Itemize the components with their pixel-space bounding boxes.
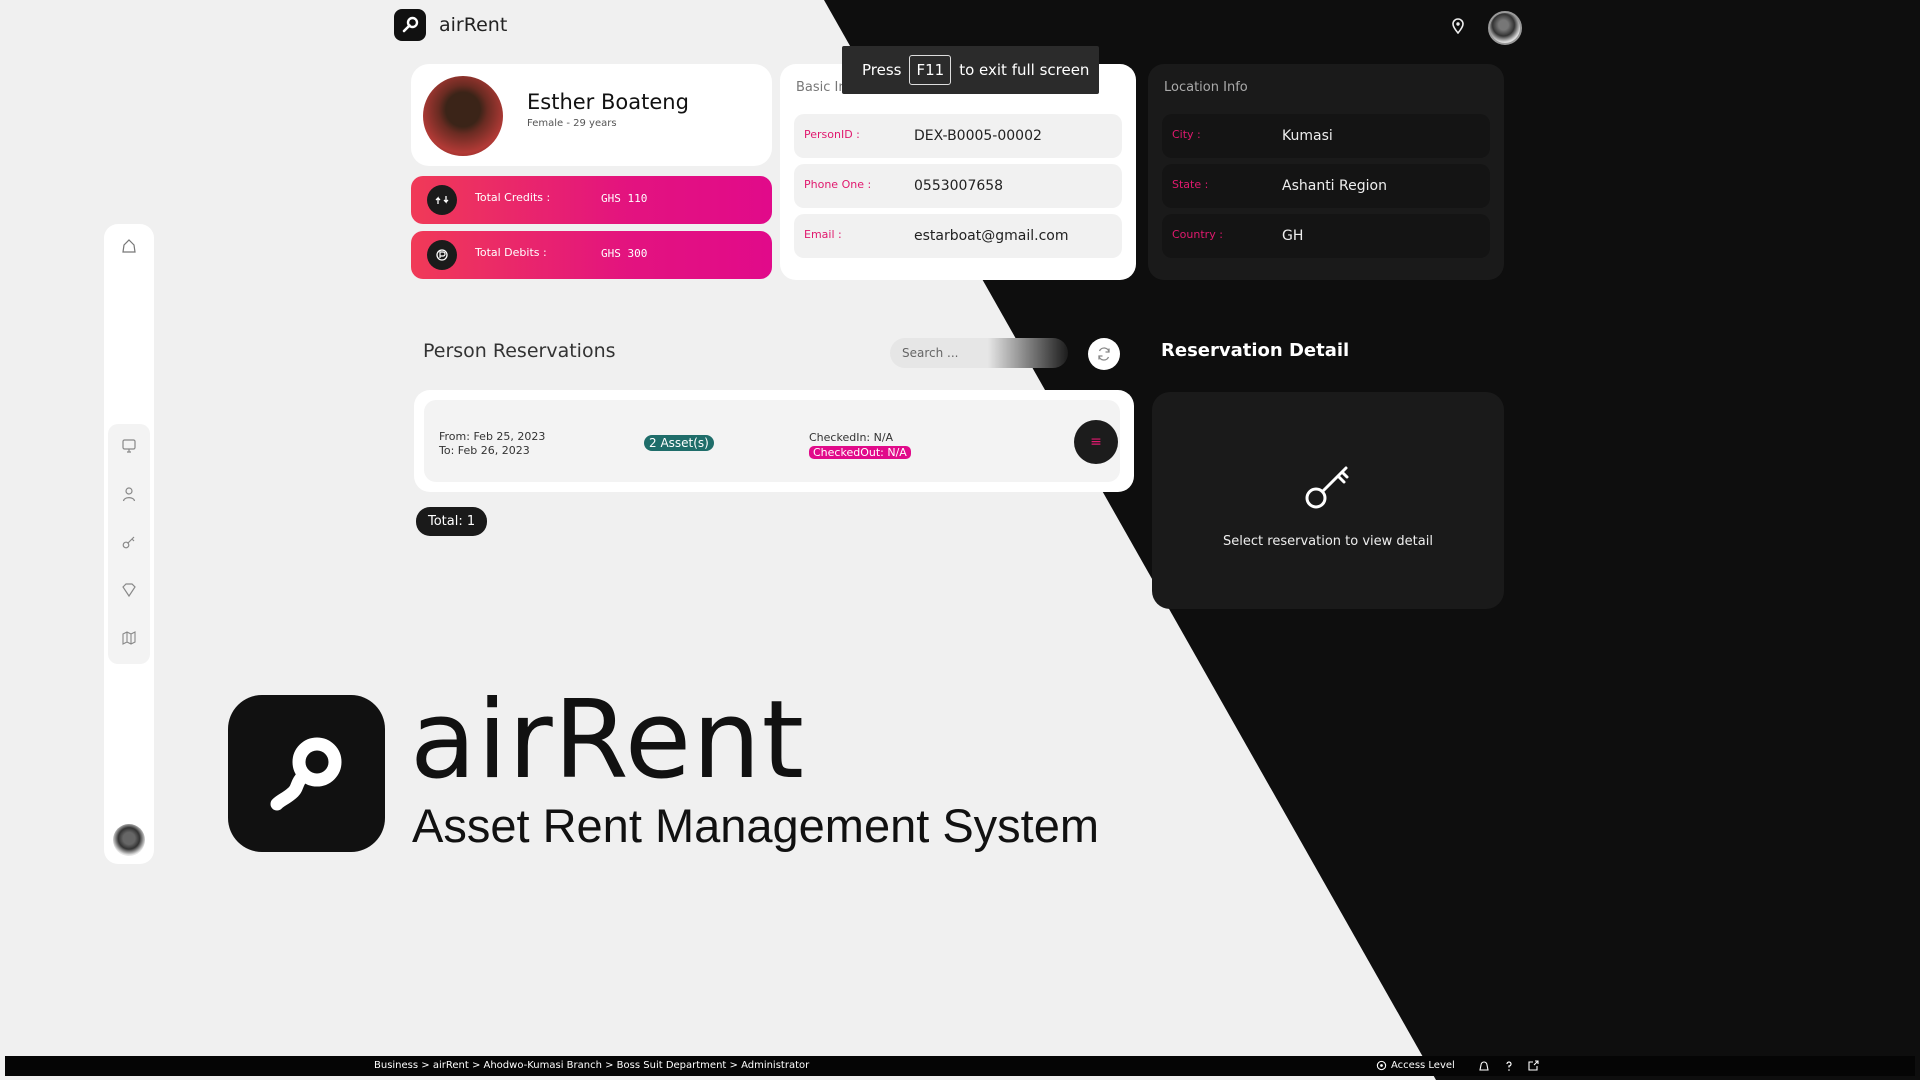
- brand-tagline: Asset Rent Management System: [412, 799, 1100, 852]
- sidebar-avatar[interactable]: [113, 824, 145, 856]
- screen-icon[interactable]: [121, 438, 137, 454]
- reservation-item[interactable]: From: Feb 25, 2023 To: Feb 26, 2023 2 As…: [424, 400, 1120, 482]
- reservation-detail-title: Reservation Detail: [1161, 340, 1350, 361]
- app-logo[interactable]: [394, 9, 426, 41]
- refresh-icon: [1098, 347, 1110, 361]
- debits-value: GHS 300: [601, 247, 648, 260]
- app-name: airRent: [439, 14, 508, 36]
- debits-label: Total Debits :: [475, 246, 547, 259]
- info-value: 0553007658: [914, 178, 1004, 194]
- fullscreen-hint: Press F11 to exit full screen: [842, 46, 1099, 94]
- location-pin-icon[interactable]: [1451, 18, 1465, 34]
- wallet-icon: [427, 240, 457, 270]
- brand-key-icon: [270, 737, 341, 810]
- breadcrumb: Business > airRent > Ahodwo-Kumasi Branc…: [374, 1060, 810, 1071]
- total-debits-bar[interactable]: Total Debits : GHS 300: [411, 231, 772, 279]
- menu-icon: ≡: [1090, 434, 1102, 450]
- profile-subtitle: Female - 29 years: [527, 118, 617, 129]
- reservation-check-status: CheckedIn: N/A CheckedOut: N/A: [809, 430, 911, 460]
- key-logo-icon: [402, 16, 419, 33]
- asset-count-badge: 2 Asset(s): [644, 435, 714, 451]
- info-value: estarboat@gmail.com: [914, 228, 1069, 244]
- info-key: City :: [1172, 128, 1201, 141]
- total-credits-bar[interactable]: Total Credits : GHS 110: [411, 176, 772, 224]
- exchange-icon: [427, 185, 457, 215]
- credits-value: GHS 110: [601, 192, 648, 205]
- detail-empty-message: Select reservation to view detail: [1223, 534, 1433, 549]
- info-value: Kumasi: [1282, 128, 1333, 144]
- hint-rest: to exit full screen: [959, 61, 1090, 79]
- reservation-menu-button[interactable]: ≡: [1074, 420, 1118, 464]
- info-row-person-id: PersonID : DEX-B0005-00002: [794, 114, 1122, 158]
- refresh-button[interactable]: [1088, 338, 1120, 370]
- brand-logo: [228, 695, 385, 852]
- profile-name: Esther Boateng: [527, 90, 689, 114]
- search-field[interactable]: [890, 338, 1068, 368]
- map-icon[interactable]: [121, 630, 137, 646]
- info-key: Country :: [1172, 228, 1223, 241]
- profile-card: Esther Boateng Female - 29 years: [411, 64, 772, 166]
- key-icon: [1305, 466, 1349, 509]
- location-info-panel: Location Info City : Kumasi State : Asha…: [1148, 64, 1504, 280]
- reservation-from: From: Feb 25, 2023: [439, 430, 546, 443]
- access-icon: [1376, 1060, 1387, 1071]
- logout-icon[interactable]: [1527, 1060, 1539, 1072]
- key-icon[interactable]: [121, 534, 137, 550]
- reservation-detail-panel: Select reservation to view detail: [1152, 392, 1504, 609]
- reservation-list: From: Feb 25, 2023 To: Feb 26, 2023 2 As…: [414, 390, 1134, 492]
- status-bar: Business > airRent > Ahodwo-Kumasi Branc…: [5, 1056, 1915, 1076]
- access-level-label: Access Level: [1391, 1060, 1455, 1071]
- checked-in-status: CheckedIn: N/A: [809, 431, 894, 444]
- help-icon[interactable]: [1503, 1060, 1515, 1072]
- info-row-state: State : Ashanti Region: [1162, 164, 1490, 208]
- access-level[interactable]: Access Level: [1376, 1060, 1455, 1071]
- info-value: DEX-B0005-00002: [914, 128, 1042, 144]
- hint-key: F11: [909, 55, 952, 85]
- reservation-dates: From: Feb 25, 2023 To: Feb 26, 2023: [439, 430, 545, 458]
- user-icon[interactable]: [121, 486, 137, 502]
- info-row-phone: Phone One : 0553007658: [794, 164, 1122, 208]
- info-value: GH: [1282, 228, 1304, 244]
- tag-icon[interactable]: [121, 582, 137, 598]
- home-icon[interactable]: [121, 238, 137, 254]
- total-count-pill: Total: 1: [416, 507, 488, 536]
- info-row-country: Country : GH: [1162, 214, 1490, 258]
- info-row-city: City : Kumasi: [1162, 114, 1490, 158]
- sidebar: [104, 224, 154, 864]
- bell-icon[interactable]: [1478, 1060, 1490, 1072]
- info-key: Phone One :: [804, 178, 872, 191]
- hint-press: Press: [862, 61, 902, 79]
- info-key: Email :: [804, 228, 842, 241]
- basic-info-panel: Basic Info PersonID : DEX-B0005-00002 Ph…: [780, 64, 1136, 280]
- location-info-title: Location Info: [1164, 80, 1248, 95]
- info-value: Ashanti Region: [1282, 178, 1387, 194]
- reservation-to: To: Feb 26, 2023: [439, 444, 530, 457]
- profile-photo: [423, 76, 503, 156]
- info-key: State :: [1172, 178, 1209, 191]
- info-row-email: Email : estarboat@gmail.com: [794, 214, 1122, 258]
- checked-out-status: CheckedOut: N/A: [809, 446, 911, 459]
- credits-label: Total Credits :: [475, 191, 551, 204]
- user-avatar[interactable]: [1488, 11, 1522, 45]
- brand-name: airRent: [410, 678, 806, 803]
- reservations-title: Person Reservations: [423, 340, 616, 362]
- info-key: PersonID :: [804, 128, 860, 141]
- search-input[interactable]: [890, 338, 1068, 368]
